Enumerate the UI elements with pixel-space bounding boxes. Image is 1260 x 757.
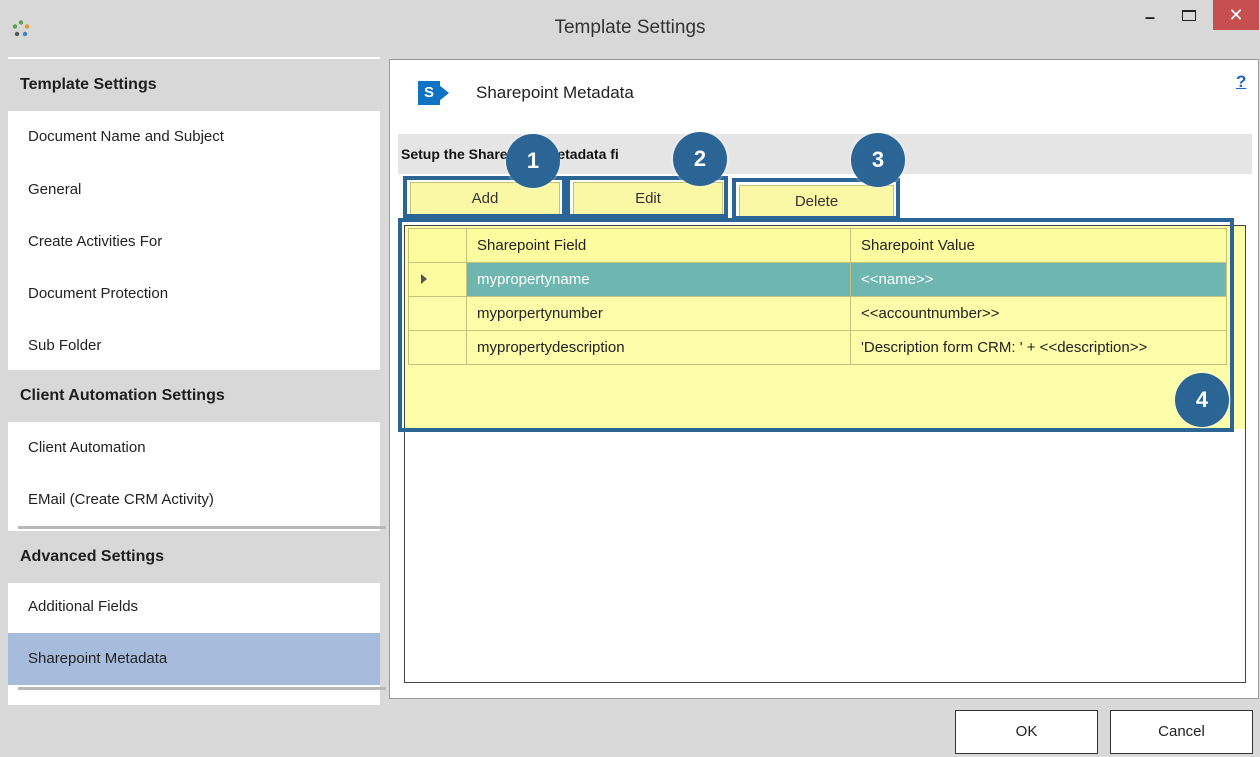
- sidebar-item-create-activities[interactable]: Create Activities For: [8, 216, 380, 268]
- section-template-settings: Template Settings: [8, 59, 380, 111]
- sidebar-item-document-name[interactable]: Document Name and Subject: [8, 111, 380, 163]
- ok-button[interactable]: OK: [955, 710, 1098, 754]
- callout-badge-4: 4: [1175, 373, 1229, 427]
- current-row-icon: [421, 274, 427, 284]
- cell-field[interactable]: mypropertydescription: [466, 330, 851, 365]
- sharepoint-icon: S: [418, 78, 454, 108]
- sidebar: Template Settings Document Name and Subj…: [8, 57, 386, 705]
- cell-value[interactable]: <<accountnumber>>: [850, 296, 1227, 331]
- help-link[interactable]: ?: [1236, 72, 1246, 92]
- section-advanced-settings: Advanced Settings: [8, 531, 380, 583]
- row-header-column: [408, 228, 467, 263]
- maximize-icon: [1182, 10, 1196, 21]
- cell-value[interactable]: 'Description form CRM: ' + <<description…: [850, 330, 1227, 365]
- sidebar-divider: [18, 526, 386, 529]
- cell-field[interactable]: mypropertyname: [466, 262, 851, 297]
- metadata-grid[interactable]: Sharepoint Field Sharepoint Value myprop…: [404, 225, 1246, 683]
- section-client-automation: Client Automation Settings: [8, 370, 380, 422]
- sidebar-item-sharepoint-metadata[interactable]: Sharepoint Metadata: [8, 633, 380, 685]
- cell-value[interactable]: <<name>>: [850, 262, 1227, 297]
- maximize-button[interactable]: [1178, 7, 1200, 25]
- sidebar-item-sub-folder[interactable]: Sub Folder: [8, 320, 380, 372]
- row-selector[interactable]: [408, 330, 467, 365]
- sidebar-item-document-protection[interactable]: Document Protection: [8, 268, 380, 320]
- page-title: Sharepoint Metadata: [476, 83, 634, 102]
- edit-button[interactable]: Edit: [573, 182, 723, 216]
- table-header-row: Sharepoint Field Sharepoint Value: [408, 228, 1227, 263]
- window-title: Template Settings: [554, 17, 706, 38]
- row-selector[interactable]: [408, 296, 467, 331]
- sidebar-item-client-automation[interactable]: Client Automation: [8, 422, 380, 474]
- sidebar-item-general[interactable]: General: [8, 164, 380, 216]
- cancel-button[interactable]: Cancel: [1110, 710, 1253, 754]
- title-bar: Template Settings – ✕: [0, 0, 1260, 57]
- callout-badge-3: 3: [851, 133, 905, 187]
- metadata-table: Sharepoint Field Sharepoint Value myprop…: [408, 228, 1227, 365]
- table-row[interactable]: mypropertydescription 'Description form …: [408, 330, 1227, 365]
- grid-highlight-area: Sharepoint Field Sharepoint Value myprop…: [405, 226, 1245, 429]
- table-row[interactable]: mypropertyname <<name>>: [408, 262, 1227, 297]
- main-panel: S Sharepoint Metadata ? Setup the Sharep…: [389, 59, 1259, 699]
- callout-badge-1: 1: [506, 134, 560, 188]
- column-header-field[interactable]: Sharepoint Field: [466, 228, 851, 263]
- sidebar-divider: [18, 687, 386, 690]
- column-header-value[interactable]: Sharepoint Value: [850, 228, 1227, 263]
- sidebar-item-additional-fields[interactable]: Additional Fields: [8, 581, 380, 633]
- table-row[interactable]: myporpertynumber <<accountnumber>>: [408, 296, 1227, 331]
- close-button[interactable]: ✕: [1213, 0, 1259, 30]
- row-selector[interactable]: [408, 262, 467, 297]
- delete-button[interactable]: Delete: [739, 185, 894, 219]
- cell-field[interactable]: myporpertynumber: [466, 296, 851, 331]
- minimize-button[interactable]: –: [1135, 6, 1165, 28]
- sidebar-item-email[interactable]: EMail (Create CRM Activity): [8, 474, 380, 526]
- callout-badge-2: 2: [673, 132, 727, 186]
